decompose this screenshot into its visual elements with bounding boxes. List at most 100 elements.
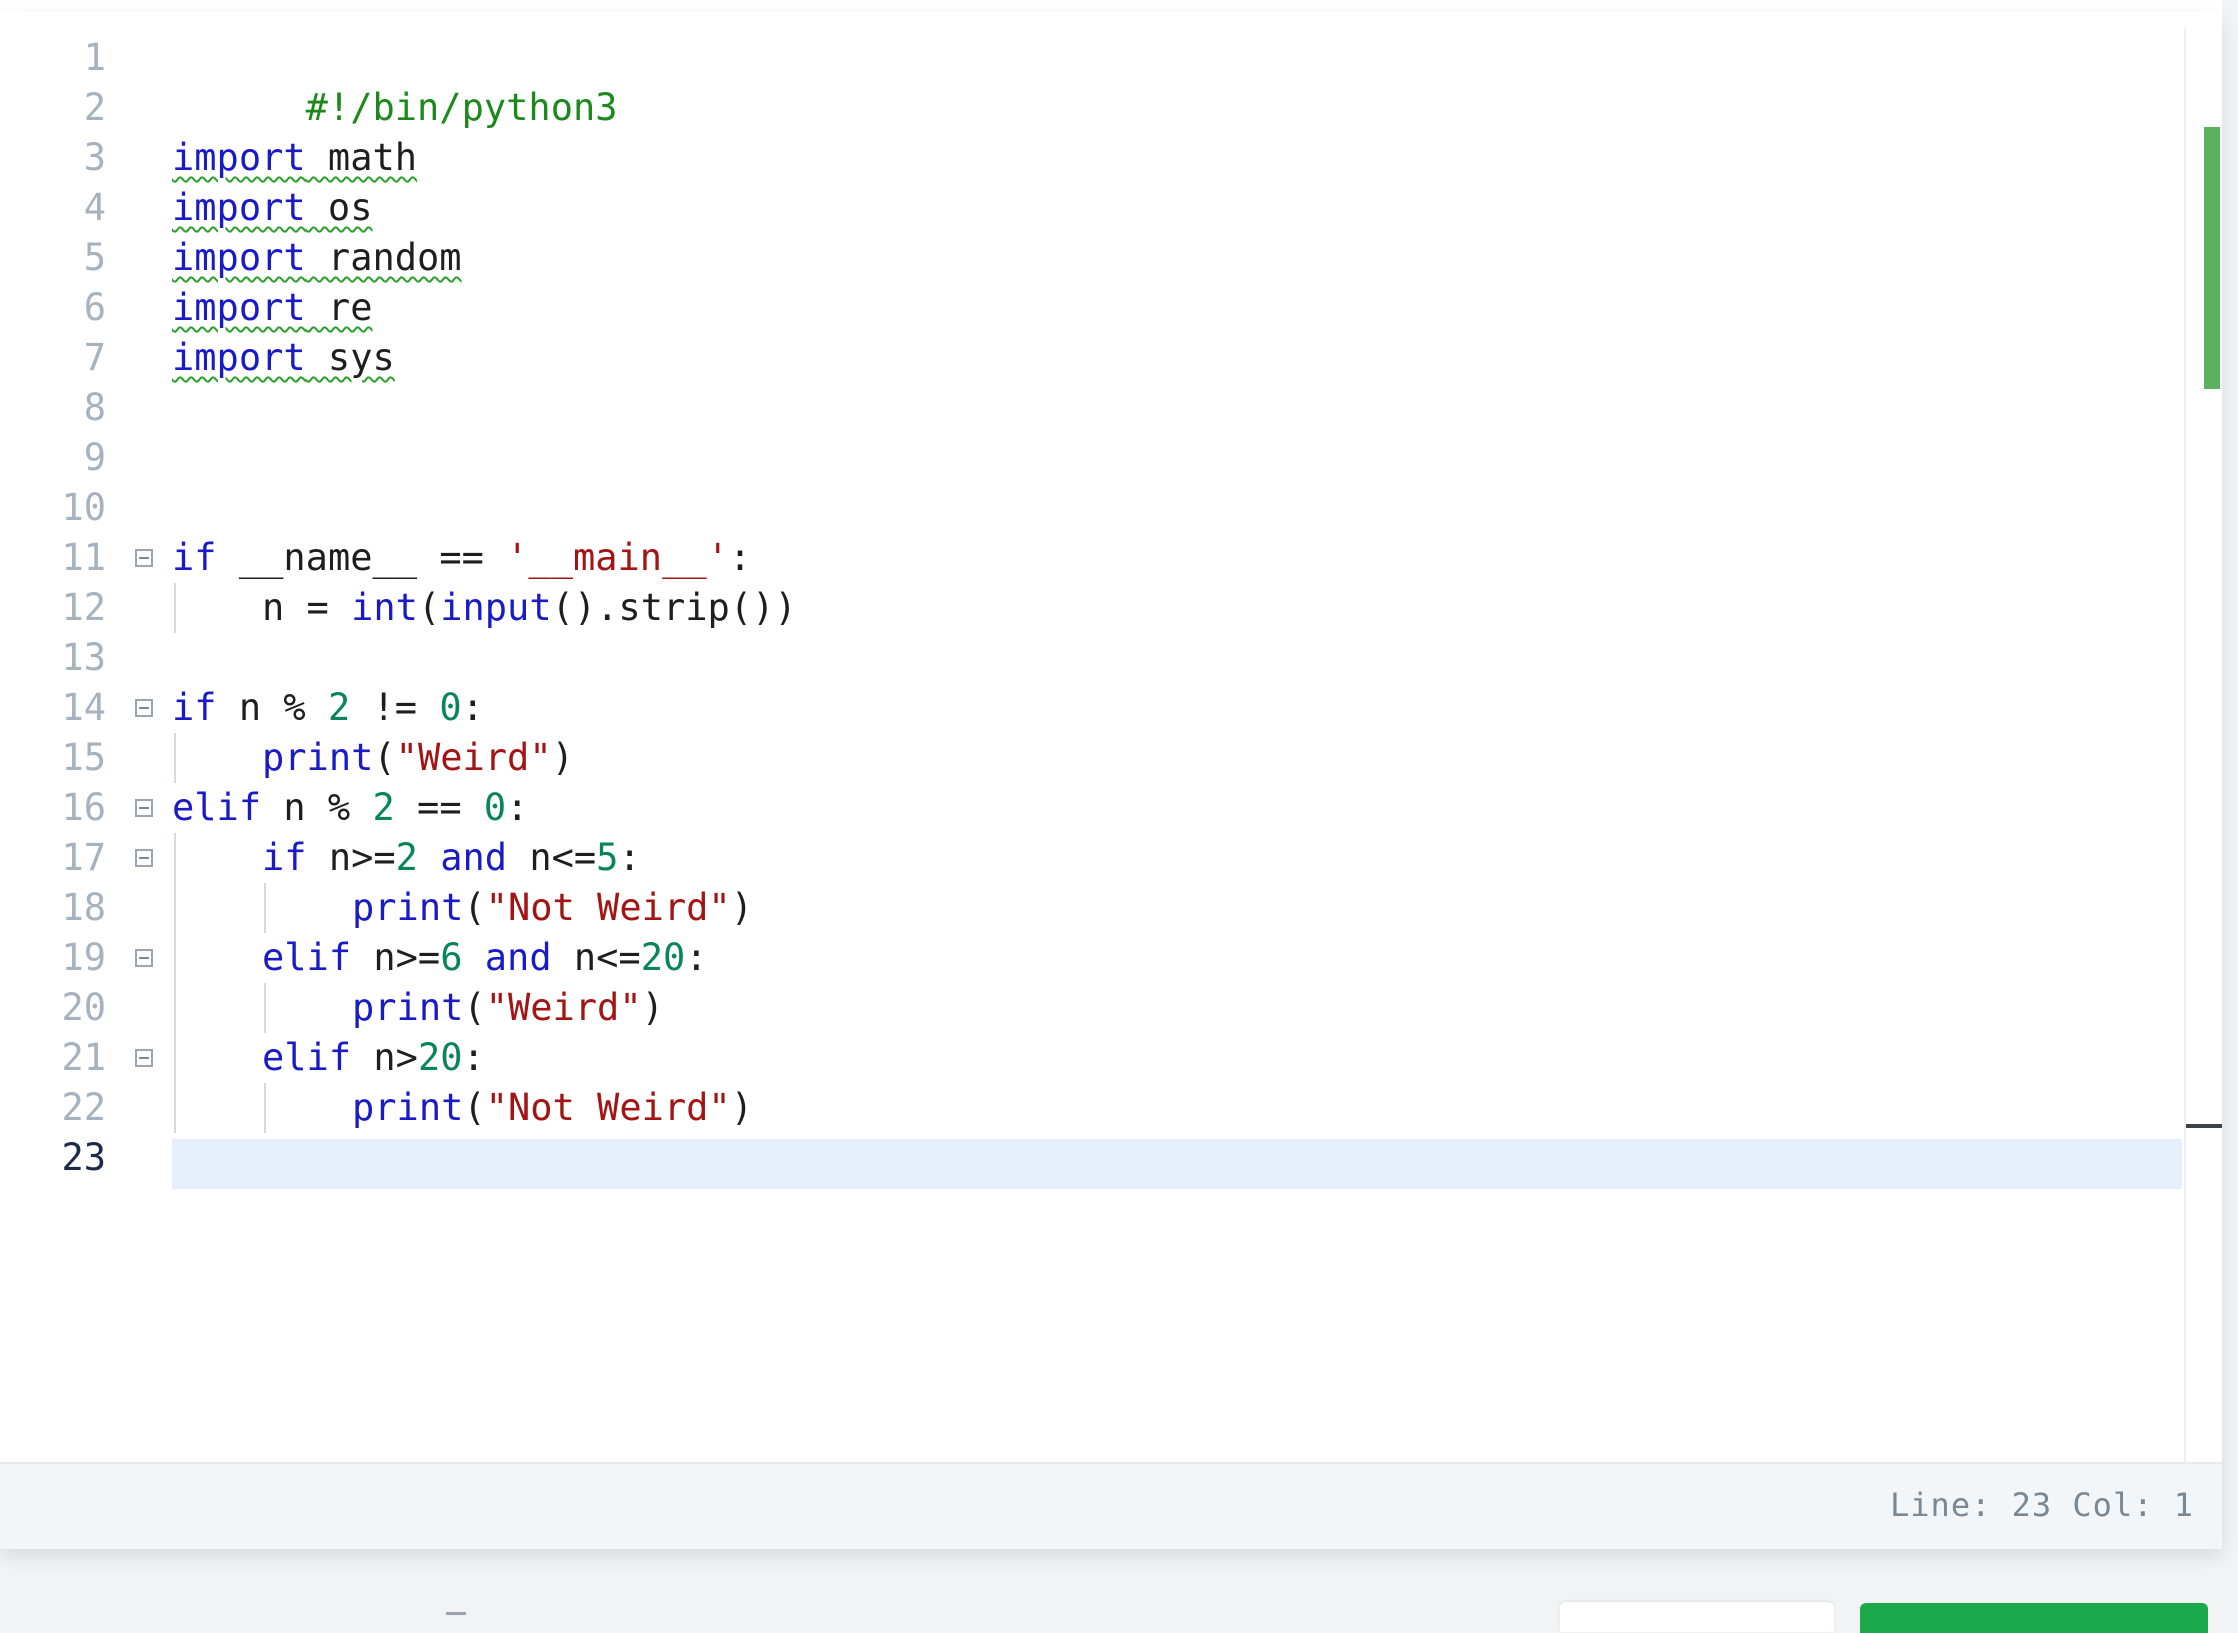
number-literal: 20 bbox=[640, 936, 686, 979]
code-text: n>= bbox=[306, 836, 396, 879]
module-name: os bbox=[305, 186, 373, 229]
code-line: if __name__ == '__main__': bbox=[172, 533, 751, 583]
builtin: print bbox=[352, 1086, 464, 1129]
secondary-button[interactable] bbox=[1560, 1602, 1834, 1632]
code-text: ) bbox=[551, 736, 574, 779]
keyword: import bbox=[172, 186, 306, 229]
cursor-position-status: Line: 23 Col: 1 bbox=[1890, 1486, 2194, 1524]
fold-toggle-icon[interactable] bbox=[135, 949, 153, 967]
fold-toggle-icon[interactable] bbox=[135, 1049, 153, 1067]
keyword: elif bbox=[262, 1036, 352, 1079]
keyword: if bbox=[262, 836, 307, 879]
line-number: 13 bbox=[61, 636, 106, 679]
keyword: elif bbox=[262, 936, 352, 979]
indent-guide bbox=[174, 733, 176, 783]
module-name: random bbox=[305, 236, 462, 279]
partial-control bbox=[446, 1612, 466, 1615]
code-line: if n % 2 != 0: bbox=[172, 683, 484, 733]
string-literal: "Not Weird" bbox=[485, 1086, 731, 1129]
fold-toggle-icon[interactable] bbox=[135, 699, 153, 717]
fold-toggle-icon[interactable] bbox=[135, 549, 153, 567]
line-number-active: 23 bbox=[61, 1136, 106, 1179]
code-text: : bbox=[461, 686, 484, 729]
code-line: import math bbox=[172, 133, 417, 183]
indent-guide bbox=[264, 1083, 266, 1133]
code-text: n<= bbox=[507, 836, 597, 879]
keyword: import bbox=[172, 136, 306, 179]
builtin: print bbox=[352, 986, 464, 1029]
code-text: n % bbox=[261, 786, 373, 829]
line-number: 21 bbox=[61, 1036, 106, 1079]
builtin: print bbox=[262, 736, 374, 779]
number-literal: 2 bbox=[327, 686, 351, 729]
builtin: int bbox=[351, 586, 418, 629]
fold-toggle-icon[interactable] bbox=[135, 799, 153, 817]
builtin: input bbox=[440, 586, 552, 629]
module-name: re bbox=[305, 286, 373, 329]
status-bar: Line: 23 Col: 1 bbox=[0, 1462, 2222, 1549]
keyword: if bbox=[172, 536, 217, 579]
code-line: import re bbox=[172, 283, 372, 333]
scrollbar-thumb[interactable] bbox=[2204, 127, 2220, 389]
code-line: #!/bin/python3 bbox=[172, 33, 618, 129]
code-text: == bbox=[394, 786, 484, 829]
code-line: elif n>20: bbox=[262, 1033, 485, 1083]
code-text: n = bbox=[262, 586, 352, 629]
code-text: ( bbox=[463, 886, 486, 929]
line-number: 11 bbox=[61, 536, 106, 579]
code-line: import sys bbox=[172, 333, 395, 383]
keyword: import bbox=[172, 236, 306, 279]
code-line: elif n % 2 == 0: bbox=[172, 783, 528, 833]
code-text: ) bbox=[730, 1086, 753, 1129]
number-literal: 2 bbox=[372, 786, 395, 829]
code-text: n % bbox=[216, 686, 328, 729]
keyword: import bbox=[172, 336, 306, 379]
fold-toggle-icon[interactable] bbox=[135, 849, 153, 867]
code-line: elif n>=6 and n<=20: bbox=[262, 933, 708, 983]
number-literal: 20 bbox=[417, 1036, 463, 1079]
number-literal: 0 bbox=[483, 786, 507, 829]
code-line: print("Weird") bbox=[352, 983, 664, 1033]
code-text: : bbox=[685, 936, 708, 979]
number-literal: 0 bbox=[439, 686, 462, 729]
code-text: : bbox=[462, 1036, 485, 1079]
keyword: import bbox=[172, 286, 306, 329]
line-number: 6 bbox=[83, 286, 106, 329]
keyword: if bbox=[172, 686, 217, 729]
shebang-comment: #!/bin/python3 bbox=[305, 86, 618, 129]
code-line: import os bbox=[172, 183, 372, 233]
code-text: ( bbox=[463, 1086, 486, 1129]
code-line: print("Weird") bbox=[262, 733, 574, 783]
code-text: : bbox=[728, 536, 752, 579]
indent-guide bbox=[264, 883, 266, 933]
line-number: 9 bbox=[83, 436, 106, 479]
primary-button[interactable] bbox=[1860, 1603, 2208, 1633]
indent-guide bbox=[174, 583, 176, 633]
line-number: 2 bbox=[83, 86, 106, 129]
line-number: 10 bbox=[61, 486, 106, 529]
line-number: 3 bbox=[83, 136, 106, 179]
line-number: 17 bbox=[61, 836, 106, 879]
code-text: ( bbox=[417, 586, 441, 629]
code-text: : bbox=[618, 836, 641, 879]
code-line: print("Not Weird") bbox=[352, 1083, 753, 1133]
indent-guide bbox=[174, 833, 176, 1133]
number-literal: 2 bbox=[395, 836, 418, 879]
current-line-highlight bbox=[172, 1139, 2182, 1189]
code-editor[interactable]: 1 2 3 4 5 6 7 8 9 10 11 12 13 14 15 16 1… bbox=[0, 12, 2222, 1549]
line-number: 16 bbox=[61, 786, 106, 829]
code-text: n> bbox=[351, 1036, 418, 1079]
code-text: ().strip()) bbox=[551, 586, 797, 629]
string-literal: "Not Weird" bbox=[485, 886, 731, 929]
keyword: and bbox=[440, 836, 508, 879]
line-number: 22 bbox=[61, 1086, 106, 1129]
line-number: 15 bbox=[61, 736, 106, 779]
code-text: n<= bbox=[551, 936, 641, 979]
cursor-overview-marker bbox=[2186, 1124, 2222, 1128]
code-text: ( bbox=[463, 986, 486, 1029]
line-number: 12 bbox=[61, 586, 106, 629]
code-line: import random bbox=[172, 233, 462, 283]
code-text: ) bbox=[730, 886, 753, 929]
code-text: __name__ == bbox=[216, 536, 507, 579]
line-number: 8 bbox=[83, 386, 106, 429]
